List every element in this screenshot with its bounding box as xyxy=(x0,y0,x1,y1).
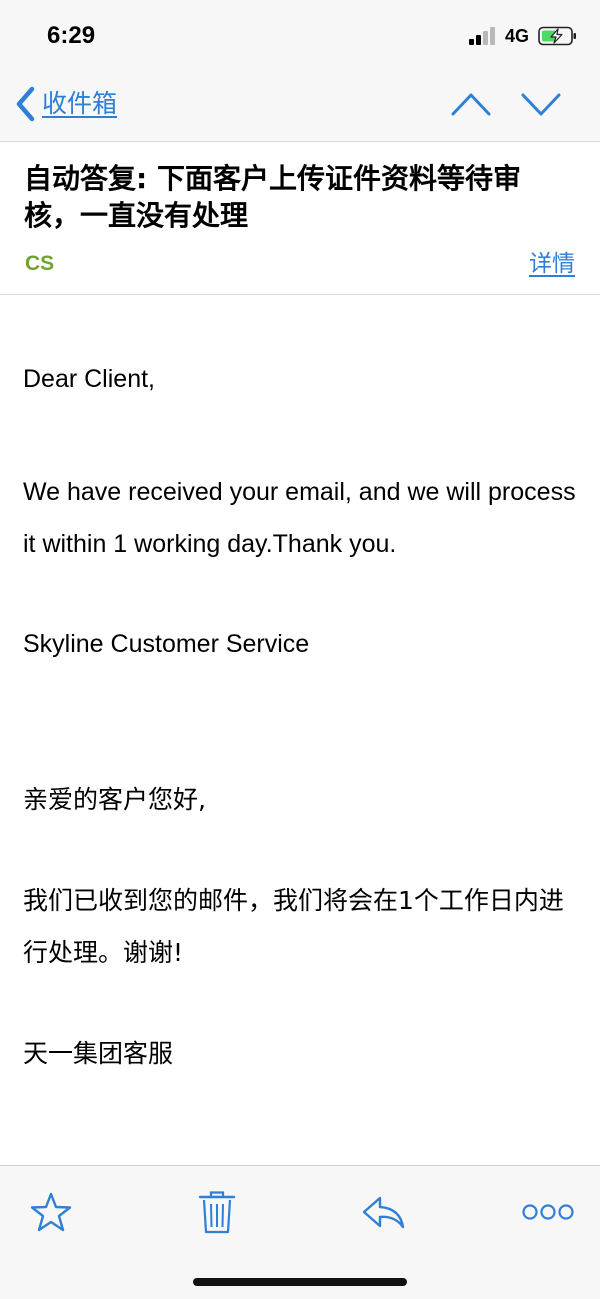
status-time: 6:29 xyxy=(47,22,96,49)
body-greeting-cn: 亲爱的客户您好, xyxy=(23,785,206,814)
body-signature-cn: 天一集团客服 xyxy=(23,1039,174,1068)
body-greeting-en: Dear Client, xyxy=(23,365,155,393)
mail-screen: 6:29 4G 收件箱 自动答复: 下面客户上传证件资料等待审核，一直没有处理 … xyxy=(0,0,600,1299)
network-label: 4G xyxy=(505,26,530,46)
chevron-left-icon xyxy=(16,86,35,122)
star-icon[interactable] xyxy=(30,1190,72,1234)
trash-icon[interactable] xyxy=(198,1190,236,1234)
body-message-cn: 我们已收到您的邮件，我们将会在1个工作日内进行处理。谢谢! xyxy=(23,886,564,967)
email-subject: 自动答复: 下面客户上传证件资料等待审核，一直没有处理 xyxy=(24,162,521,232)
back-to-inbox-button[interactable]: 收件箱 xyxy=(14,84,117,124)
sender-name[interactable]: CS xyxy=(25,250,54,278)
details-link[interactable]: 详情 xyxy=(529,248,575,280)
signal-icon xyxy=(469,27,495,45)
home-indicator[interactable] xyxy=(193,1278,407,1286)
bottom-toolbar xyxy=(0,1165,600,1299)
battery-charging-icon xyxy=(538,26,576,46)
next-message-button[interactable] xyxy=(520,88,562,120)
body-signature-en: Skyline Customer Service xyxy=(23,630,310,658)
reply-icon[interactable] xyxy=(360,1190,406,1234)
body-message-en: We have received your email, and we will… xyxy=(23,478,576,558)
more-icon[interactable] xyxy=(521,1190,575,1234)
header-divider xyxy=(0,294,600,295)
back-label: 收件箱 xyxy=(42,89,118,118)
top-chrome: 6:29 4G 收件箱 xyxy=(0,0,600,142)
previous-message-button[interactable] xyxy=(450,88,492,120)
